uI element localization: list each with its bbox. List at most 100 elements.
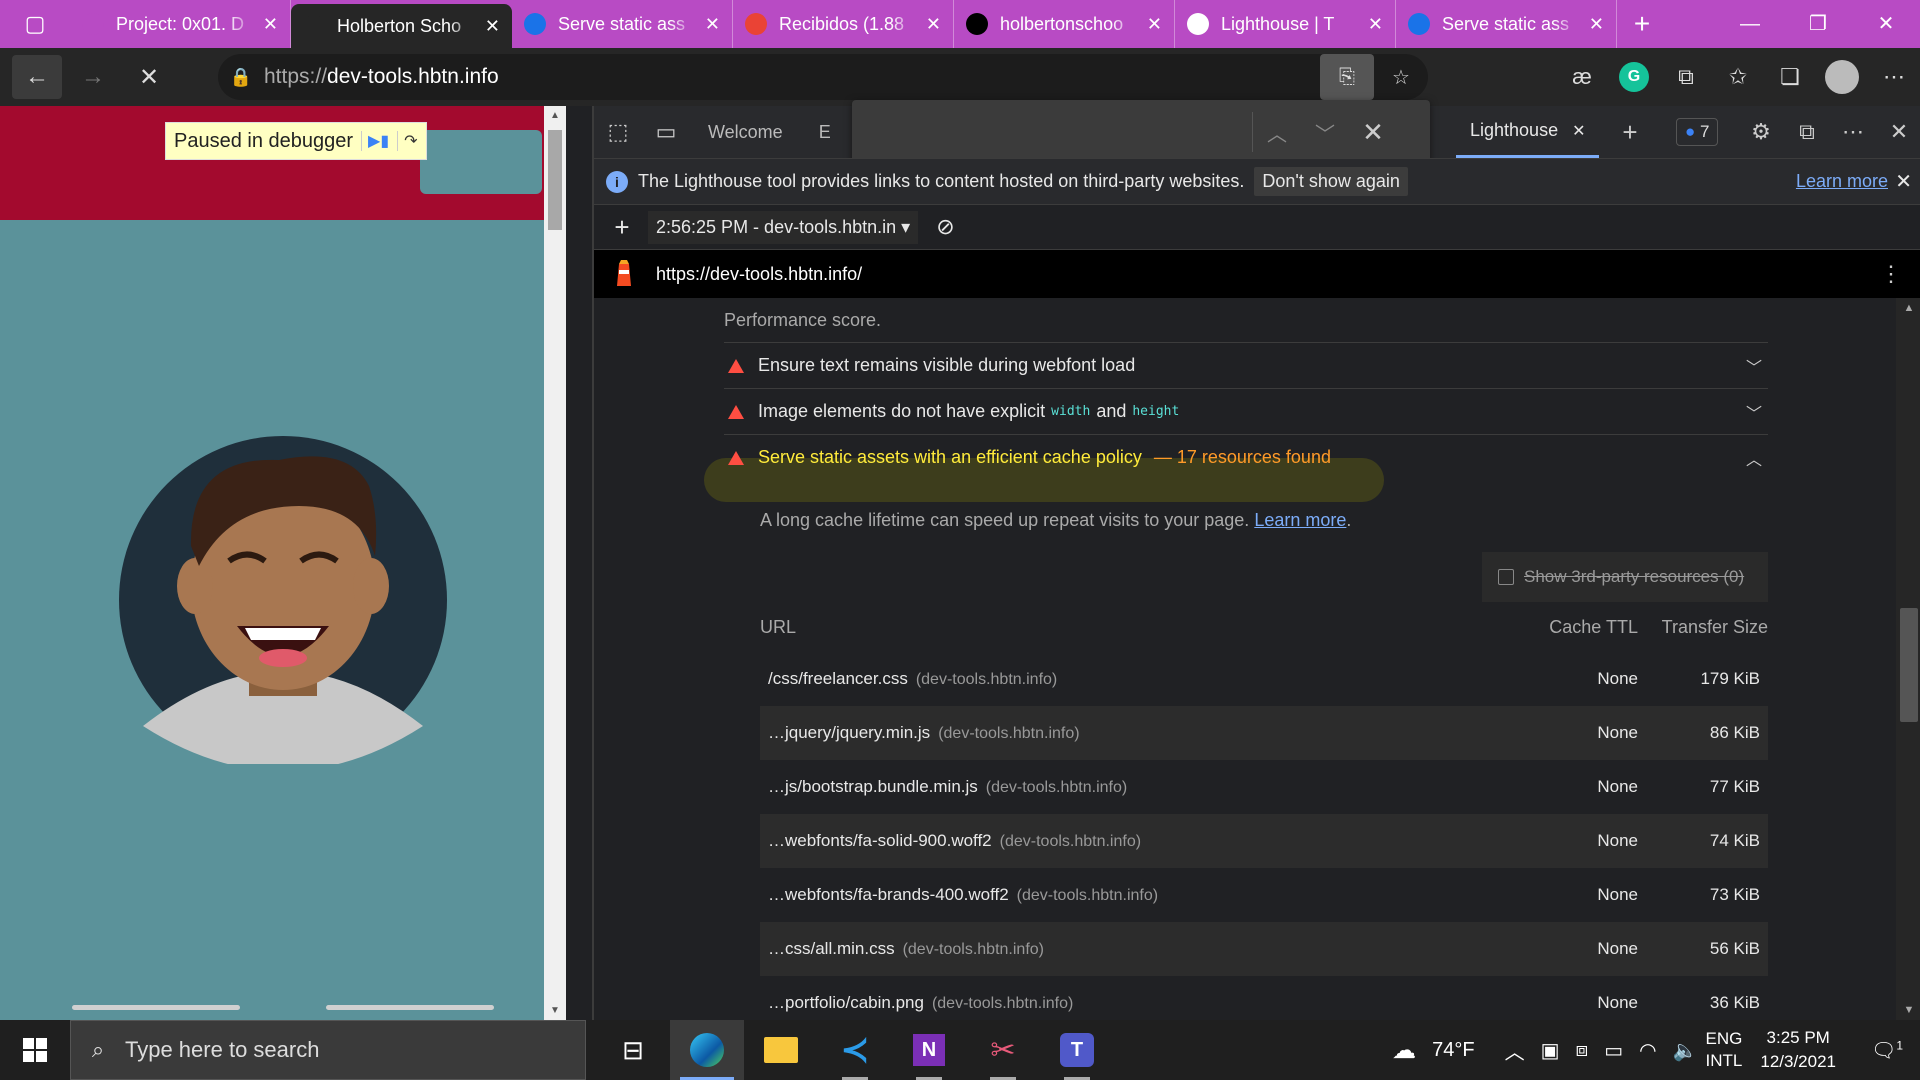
table-row[interactable]: …css/all.min.css (dev-tools.hbtn.info) Non… bbox=[760, 922, 1768, 976]
report-scrollbar[interactable]: ▲ ▼ bbox=[1896, 298, 1920, 1020]
language-indicator[interactable]: ENG INTL bbox=[1706, 1028, 1743, 1072]
resume-icon[interactable]: ▶▮ bbox=[361, 131, 389, 151]
inspect-element-icon[interactable]: ⬚ bbox=[594, 119, 642, 145]
report-menu-icon[interactable]: ⋮ bbox=[1880, 261, 1902, 287]
scroll-down-arrow[interactable]: ▼ bbox=[1896, 1004, 1920, 1016]
find-close-icon[interactable]: ✕ bbox=[1349, 117, 1397, 148]
stop-loading-button[interactable]: ✕ bbox=[124, 55, 174, 99]
step-over-icon[interactable]: ↷ bbox=[397, 131, 418, 151]
row-url-path[interactable]: …js/bootstrap.bundle.min.js bbox=[768, 777, 978, 796]
device-emulation-icon[interactable]: ▭ bbox=[642, 119, 690, 145]
close-info-icon[interactable]: ✕ bbox=[1895, 169, 1912, 194]
extensions-icon[interactable]: ⧉ bbox=[1660, 64, 1712, 90]
info-learn-more-link[interactable]: Learn more bbox=[1796, 171, 1888, 192]
close-devtools-icon[interactable]: ✕ bbox=[1876, 119, 1920, 145]
close-tab-icon[interactable]: ✕ bbox=[1589, 14, 1604, 35]
clock[interactable]: 3:25 PM 12/3/2021 bbox=[1760, 1026, 1836, 1074]
third-party-checkbox[interactable] bbox=[1498, 569, 1514, 585]
chevron-up-icon[interactable]: ︿ bbox=[1746, 446, 1762, 470]
lock-icon[interactable]: 🔒 bbox=[218, 67, 264, 88]
close-tab-icon[interactable]: ✕ bbox=[485, 16, 500, 37]
add-favorite-icon[interactable]: ☆ bbox=[1374, 54, 1428, 100]
new-tab-button[interactable]: + bbox=[1617, 8, 1667, 40]
add-tool-icon[interactable]: + bbox=[1610, 106, 1650, 158]
find-input[interactable] bbox=[852, 100, 1252, 164]
audit-cache-policy[interactable]: Serve static assets with an efficient ca… bbox=[724, 434, 1768, 480]
forward-button[interactable]: → bbox=[68, 55, 118, 99]
snip-tool-icon[interactable]: ✂ bbox=[966, 1020, 1040, 1080]
close-tab-icon[interactable]: ✕ bbox=[1572, 121, 1585, 141]
file-explorer-icon[interactable] bbox=[744, 1020, 818, 1080]
dont-show-again-button[interactable]: Don't show again bbox=[1254, 167, 1408, 196]
report-url[interactable]: https://dev-tools.hbtn.info/ bbox=[656, 264, 862, 285]
meet-now-icon[interactable]: ▣ bbox=[1541, 1038, 1560, 1063]
onenote-icon[interactable]: N bbox=[892, 1020, 966, 1080]
nav-toggle-button[interactable] bbox=[420, 130, 542, 194]
vscode-icon[interactable]: ≺ bbox=[818, 1020, 892, 1080]
audit-image-dimensions[interactable]: Image elements do not have explicit widt… bbox=[724, 388, 1768, 434]
wifi-icon[interactable]: ◠ bbox=[1639, 1038, 1656, 1063]
description-learn-more-link[interactable]: Learn more bbox=[1254, 510, 1346, 530]
address-bar[interactable]: 🔒 https:// dev-tools.hbtn.info ⎘ ☆ bbox=[218, 54, 1428, 100]
row-url-path[interactable]: …portfolio/cabin.png bbox=[768, 993, 924, 1012]
table-row[interactable]: /css/freelancer.css (dev-tools.hbtn.info)… bbox=[760, 652, 1768, 706]
browser-tab[interactable]: Recibidos (1.88 ✕ bbox=[733, 0, 954, 48]
close-tab-icon[interactable]: ✕ bbox=[263, 14, 278, 35]
close-tab-icon[interactable]: ✕ bbox=[1368, 14, 1383, 35]
browser-tab[interactable]: Lighthouse | T ✕ bbox=[1175, 0, 1396, 48]
settings-gear-icon[interactable]: ⚙ bbox=[1738, 119, 1784, 145]
tab-actions-icon[interactable]: ▢ bbox=[0, 0, 70, 48]
collections-icon[interactable]: ❏ bbox=[1764, 64, 1816, 90]
start-button[interactable] bbox=[0, 1020, 70, 1080]
table-row[interactable]: …js/bootstrap.bundle.min.js (dev-tools.hb… bbox=[760, 760, 1768, 814]
row-url-path[interactable]: …jquery/jquery.min.js bbox=[768, 723, 930, 742]
clear-reports-icon[interactable]: ⊘ bbox=[936, 214, 954, 240]
back-button[interactable]: ← bbox=[12, 55, 62, 99]
page-scrollbar[interactable]: ▲ ▼ bbox=[544, 106, 566, 1020]
find-next-icon[interactable]: ﹀ bbox=[1301, 118, 1349, 147]
table-row[interactable]: …webfonts/fa-solid-900.woff2 (dev-tools.h… bbox=[760, 814, 1768, 868]
close-window-button[interactable]: ✕ bbox=[1852, 0, 1920, 48]
screenshot-icon[interactable]: ⧈ bbox=[1576, 1039, 1589, 1062]
volume-icon[interactable]: 🔈 bbox=[1673, 1038, 1698, 1063]
task-view-icon[interactable]: ⊟ bbox=[596, 1020, 670, 1080]
scroll-up-arrow[interactable]: ▲ bbox=[1896, 302, 1920, 314]
close-tab-icon[interactable]: ✕ bbox=[926, 14, 941, 35]
profile-avatar[interactable] bbox=[1825, 60, 1859, 94]
scroll-down-arrow[interactable]: ▼ bbox=[544, 1005, 566, 1016]
weather-temp[interactable]: 74°F bbox=[1432, 1039, 1474, 1062]
browser-tab[interactable]: Project: 0x01. D ✕ bbox=[70, 0, 291, 48]
weather-icon[interactable]: ☁ bbox=[1392, 1036, 1416, 1065]
show-hidden-icons[interactable]: ︿ bbox=[1505, 1036, 1525, 1065]
scrollbar-thumb[interactable] bbox=[1900, 608, 1918, 722]
audit-webfont[interactable]: Ensure text remains visible during webfo… bbox=[724, 342, 1768, 388]
more-menu-icon[interactable]: ⋯ bbox=[1868, 64, 1920, 90]
scroll-up-arrow[interactable]: ▲ bbox=[544, 110, 566, 121]
more-tools-icon[interactable]: ⋯ bbox=[1830, 119, 1876, 145]
read-aloud-icon[interactable]: ⎘ bbox=[1320, 54, 1374, 100]
taskbar-search[interactable]: ⌕ Type here to search bbox=[70, 1020, 586, 1080]
chevron-down-icon[interactable]: ﹀ bbox=[1746, 354, 1762, 378]
issues-badge[interactable]: ● 7 bbox=[1676, 118, 1719, 146]
tab-lighthouse[interactable]: Lighthouse ✕ bbox=[1456, 106, 1600, 158]
report-selector[interactable]: 2:56:25 PM - dev-tools.hbtn.in ▾ bbox=[648, 210, 919, 244]
chevron-down-icon[interactable]: ﹀ bbox=[1746, 400, 1762, 424]
browser-tab[interactable]: Serve static ass ✕ bbox=[1396, 0, 1617, 48]
favorites-icon[interactable]: ✩ bbox=[1712, 64, 1764, 90]
battery-icon[interactable]: ▭ bbox=[1604, 1038, 1623, 1063]
row-url-path[interactable]: …css/all.min.css bbox=[768, 939, 895, 958]
teams-icon[interactable]: T bbox=[1040, 1020, 1114, 1080]
immersive-reader-icon[interactable]: æ bbox=[1556, 64, 1608, 90]
carousel-indicator[interactable] bbox=[72, 1005, 240, 1010]
table-row[interactable]: …portfolio/cabin.png (dev-tools.hbtn.info… bbox=[760, 976, 1768, 1020]
row-url-path[interactable]: …webfonts/fa-brands-400.woff2 bbox=[768, 885, 1009, 904]
table-row[interactable]: …webfonts/fa-brands-400.woff2 (dev-tools.… bbox=[760, 868, 1768, 922]
scrollbar-thumb[interactable] bbox=[548, 130, 562, 230]
row-url-path[interactable]: …webfonts/fa-solid-900.woff2 bbox=[768, 831, 992, 850]
browser-tab[interactable]: holbertonschoo ✕ bbox=[954, 0, 1175, 48]
row-url-path[interactable]: /css/freelancer.css bbox=[768, 669, 908, 688]
dock-icon[interactable]: ⧉ bbox=[1784, 119, 1830, 145]
close-tab-icon[interactable]: ✕ bbox=[705, 14, 720, 35]
notification-center-icon[interactable]: 🗨1 bbox=[1862, 1038, 1912, 1063]
third-party-toggle[interactable]: Show 3rd-party resources (0) bbox=[1482, 552, 1768, 602]
